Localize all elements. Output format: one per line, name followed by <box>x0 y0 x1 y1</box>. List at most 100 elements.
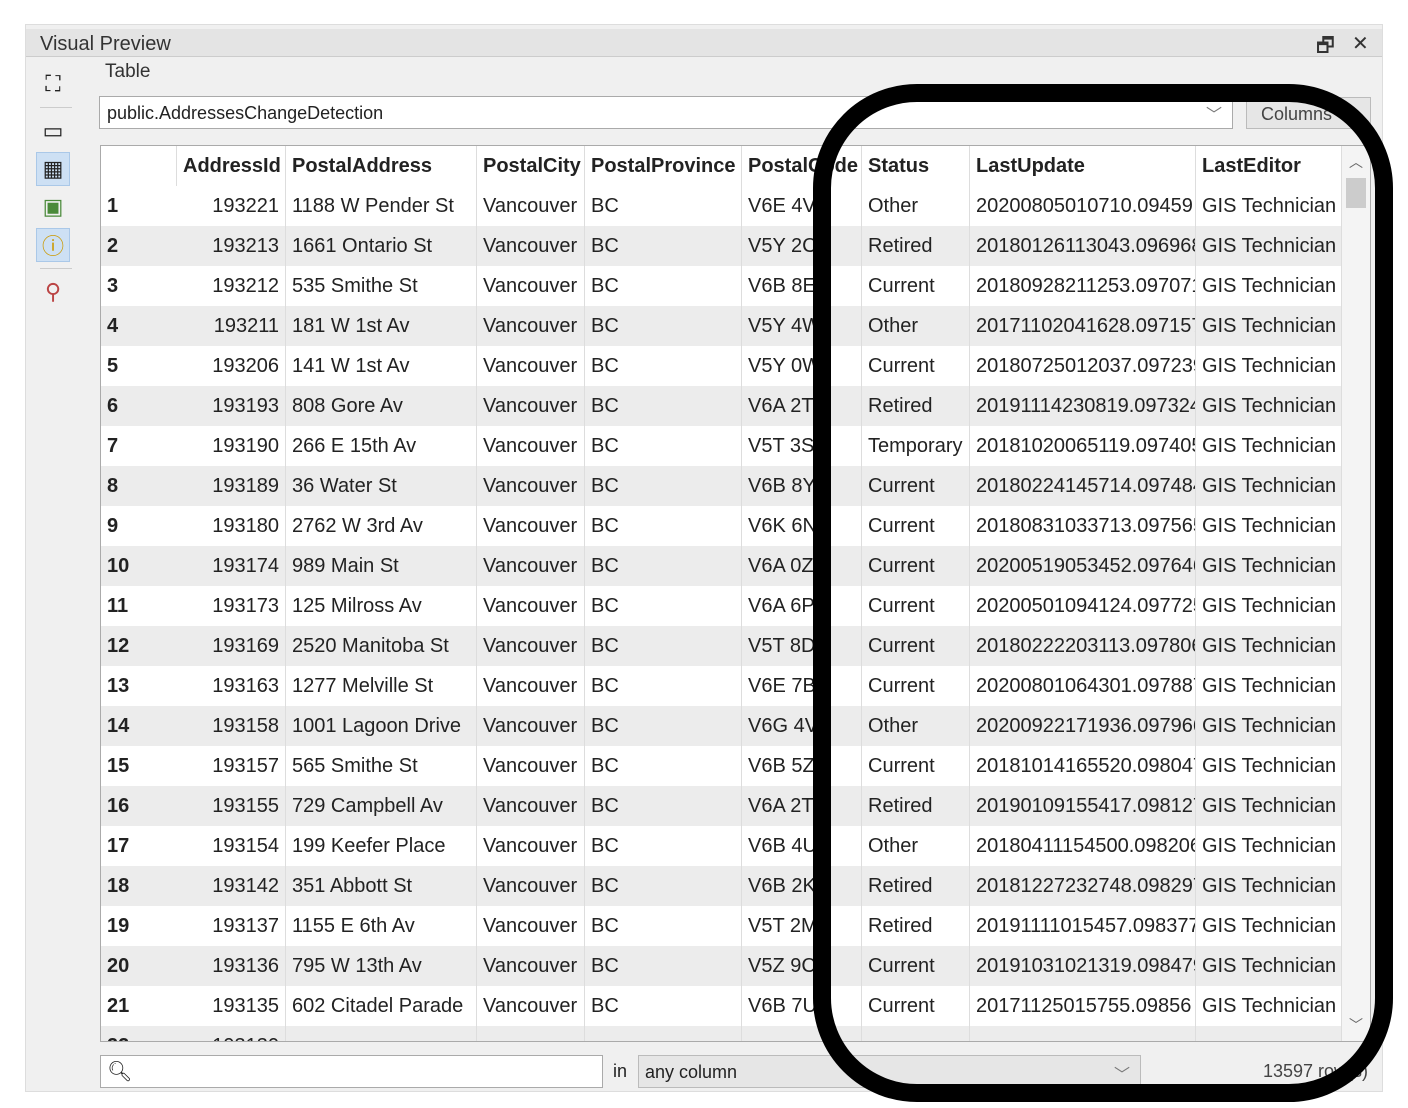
table-select[interactable]: public.AddressesChangeDetection ﹀ <box>99 96 1233 129</box>
cell-last-update[interactable]: 20191031021319.098479 <box>970 946 1196 986</box>
cell-postal-city[interactable]: Vancouver <box>477 866 585 906</box>
cell-postal-city[interactable]: Vancouver <box>477 666 585 706</box>
cell-postal-code[interactable]: V6B 7U <box>742 986 862 1026</box>
cell-last-update[interactable]: 20191111015457.098377 <box>970 906 1196 946</box>
cell-postal-address[interactable]: 989 Main St <box>286 546 477 586</box>
table-row[interactable]: 9 193180 2762 W 3rd Av Vancouver BC V6K 6N Cur… <box>101 506 1342 546</box>
cell-postal-province[interactable]: BC <box>585 826 742 866</box>
cell-postal-code[interactable]: V6B 2K <box>742 866 862 906</box>
cell-postal-code[interactable]: V5T 2M <box>742 906 862 946</box>
cell-address-id[interactable]: 193193 <box>177 386 286 426</box>
cell-last-update[interactable]: 20200922171936.097966 <box>970 706 1196 746</box>
cell-last-update[interactable] <box>970 1026 1196 1041</box>
cell-row-number[interactable]: 15 <box>101 746 177 786</box>
cell-address-id[interactable]: 193135 <box>177 986 286 1026</box>
cell-postal-city[interactable]: Vancouver <box>477 546 585 586</box>
cell-postal-province[interactable]: BC <box>585 706 742 746</box>
cell-address-id[interactable]: 193158 <box>177 706 286 746</box>
table-row[interactable]: 22193130 <box>101 1026 1342 1041</box>
column-header-status[interactable]: Status <box>862 146 970 186</box>
cell-postal-address[interactable]: 351 Abbott St <box>286 866 477 906</box>
column-header-postal-code[interactable]: PostalCode <box>742 146 862 186</box>
cell-postal-code[interactable]: V6G 4V <box>742 706 862 746</box>
table-row[interactable]: 7 193190 266 E 15th Av Vancouver BC V5T 3S Tem… <box>101 426 1342 466</box>
cell-address-id[interactable]: 193174 <box>177 546 286 586</box>
cell-postal-province[interactable]: BC <box>585 506 742 546</box>
table-row[interactable]: 16 193155 729 Campbell Av Vancouver BC V6A 2T… <box>101 786 1342 826</box>
cell-postal-address[interactable]: 36 Water St <box>286 466 477 506</box>
cell-address-id[interactable]: 193130 <box>177 1026 286 1041</box>
table-layout-icon[interactable]: ▭ <box>36 114 70 148</box>
cell-status[interactable]: Other <box>862 706 970 746</box>
cell-postal-address[interactable]: 1661 Ontario St <box>286 226 477 266</box>
table-row[interactable]: 11 193173 125 Milross Av Vancouver BC V6A 6P C… <box>101 586 1342 626</box>
cell-row-number[interactable]: 16 <box>101 786 177 826</box>
cell-postal-code[interactable]: V6A 2T <box>742 786 862 826</box>
cell-postal-code[interactable]: V6E 7B <box>742 666 862 706</box>
cell-postal-address[interactable]: 1188 W Pender St <box>286 186 477 226</box>
cell-postal-province[interactable]: BC <box>585 866 742 906</box>
cell-postal-province[interactable]: BC <box>585 666 742 706</box>
cell-postal-city[interactable]: Vancouver <box>477 226 585 266</box>
table-row[interactable]: 10 193174 989 Main St Vancouver BC V6A 0Z Curr… <box>101 546 1342 586</box>
cell-address-id[interactable]: 193136 <box>177 946 286 986</box>
cell-last-update[interactable]: 20180224145714.097484 <box>970 466 1196 506</box>
column-header-last-update[interactable]: LastUpdate <box>970 146 1196 186</box>
cell-address-id[interactable]: 193189 <box>177 466 286 506</box>
cell-last-editor[interactable]: GIS Technician <box>1196 626 1342 666</box>
close-icon[interactable]: ✕ <box>1352 31 1369 56</box>
cell-postal-code[interactable] <box>742 1026 862 1041</box>
cell-status[interactable]: Current <box>862 466 970 506</box>
cell-postal-city[interactable]: Vancouver <box>477 946 585 986</box>
cell-status[interactable]: Current <box>862 666 970 706</box>
info-icon[interactable]: ⓘ <box>36 228 70 262</box>
cell-postal-code[interactable]: V6A 2T <box>742 386 862 426</box>
cell-postal-city[interactable]: Vancouver <box>477 826 585 866</box>
table-row[interactable]: 14 193158 1001 Lagoon Drive Vancouver BC V6G … <box>101 706 1342 746</box>
cell-postal-province[interactable]: BC <box>585 586 742 626</box>
cell-status[interactable]: Other <box>862 306 970 346</box>
cell-postal-code[interactable]: V6B 5Z <box>742 746 862 786</box>
cell-row-number[interactable]: 12 <box>101 626 177 666</box>
column-header-last-editor[interactable]: LastEditor <box>1196 146 1342 186</box>
cell-address-id[interactable]: 193190 <box>177 426 286 466</box>
cell-postal-address[interactable]: 141 W 1st Av <box>286 346 477 386</box>
cell-postal-province[interactable]: BC <box>585 906 742 946</box>
cell-postal-address[interactable]: 1001 Lagoon Drive <box>286 706 477 746</box>
cell-postal-code[interactable]: V6A 6P <box>742 586 862 626</box>
cell-last-update[interactable]: 20181020065119.097405 <box>970 426 1196 466</box>
cell-postal-address[interactable]: 535 Smithe St <box>286 266 477 306</box>
cell-last-update[interactable]: 20200501094124.097725 <box>970 586 1196 626</box>
cell-status[interactable]: Current <box>862 586 970 626</box>
column-header-postal-province[interactable]: PostalProvince <box>585 146 742 186</box>
cell-postal-province[interactable]: BC <box>585 786 742 826</box>
cell-postal-address[interactable]: 729 Campbell Av <box>286 786 477 826</box>
scroll-down-icon[interactable]: ﹀ <box>1349 1015 1363 1035</box>
cell-last-update[interactable]: 20171125015755.09856 <box>970 986 1196 1026</box>
cell-postal-address[interactable]: 181 W 1st Av <box>286 306 477 346</box>
cell-address-id[interactable]: 193155 <box>177 786 286 826</box>
cell-postal-province[interactable]: BC <box>585 426 742 466</box>
cell-row-number[interactable]: 10 <box>101 546 177 586</box>
cell-postal-province[interactable]: BC <box>585 306 742 346</box>
cell-status[interactable]: Other <box>862 826 970 866</box>
cell-postal-address[interactable]: 1155 E 6th Av <box>286 906 477 946</box>
cell-last-editor[interactable]: GIS Technician <box>1196 426 1342 466</box>
cell-postal-address[interactable]: 808 Gore Av <box>286 386 477 426</box>
cell-postal-city[interactable]: Vancouver <box>477 506 585 546</box>
cell-status[interactable]: Temporary <box>862 426 970 466</box>
cell-postal-address[interactable]: 199 Keefer Place <box>286 826 477 866</box>
cell-postal-city[interactable]: Vancouver <box>477 906 585 946</box>
cell-postal-province[interactable]: BC <box>585 626 742 666</box>
scroll-up-icon[interactable]: ︿ <box>1349 152 1363 172</box>
cell-status[interactable]: Retired <box>862 906 970 946</box>
cell-address-id[interactable]: 193142 <box>177 866 286 906</box>
restore-icon[interactable]: 🗗 <box>1316 31 1335 65</box>
cell-status[interactable]: Retired <box>862 866 970 906</box>
table-grid-icon[interactable]: ▦ <box>36 152 70 186</box>
cell-postal-city[interactable]: Vancouver <box>477 626 585 666</box>
cell-address-id[interactable]: 193137 <box>177 906 286 946</box>
table-row[interactable]: 21 193135 602 Citadel Parade Vancouver BC V6B… <box>101 986 1342 1026</box>
search-input[interactable]: 🔍︎ <box>100 1055 603 1088</box>
cell-postal-address[interactable]: 1277 Melville St <box>286 666 477 706</box>
